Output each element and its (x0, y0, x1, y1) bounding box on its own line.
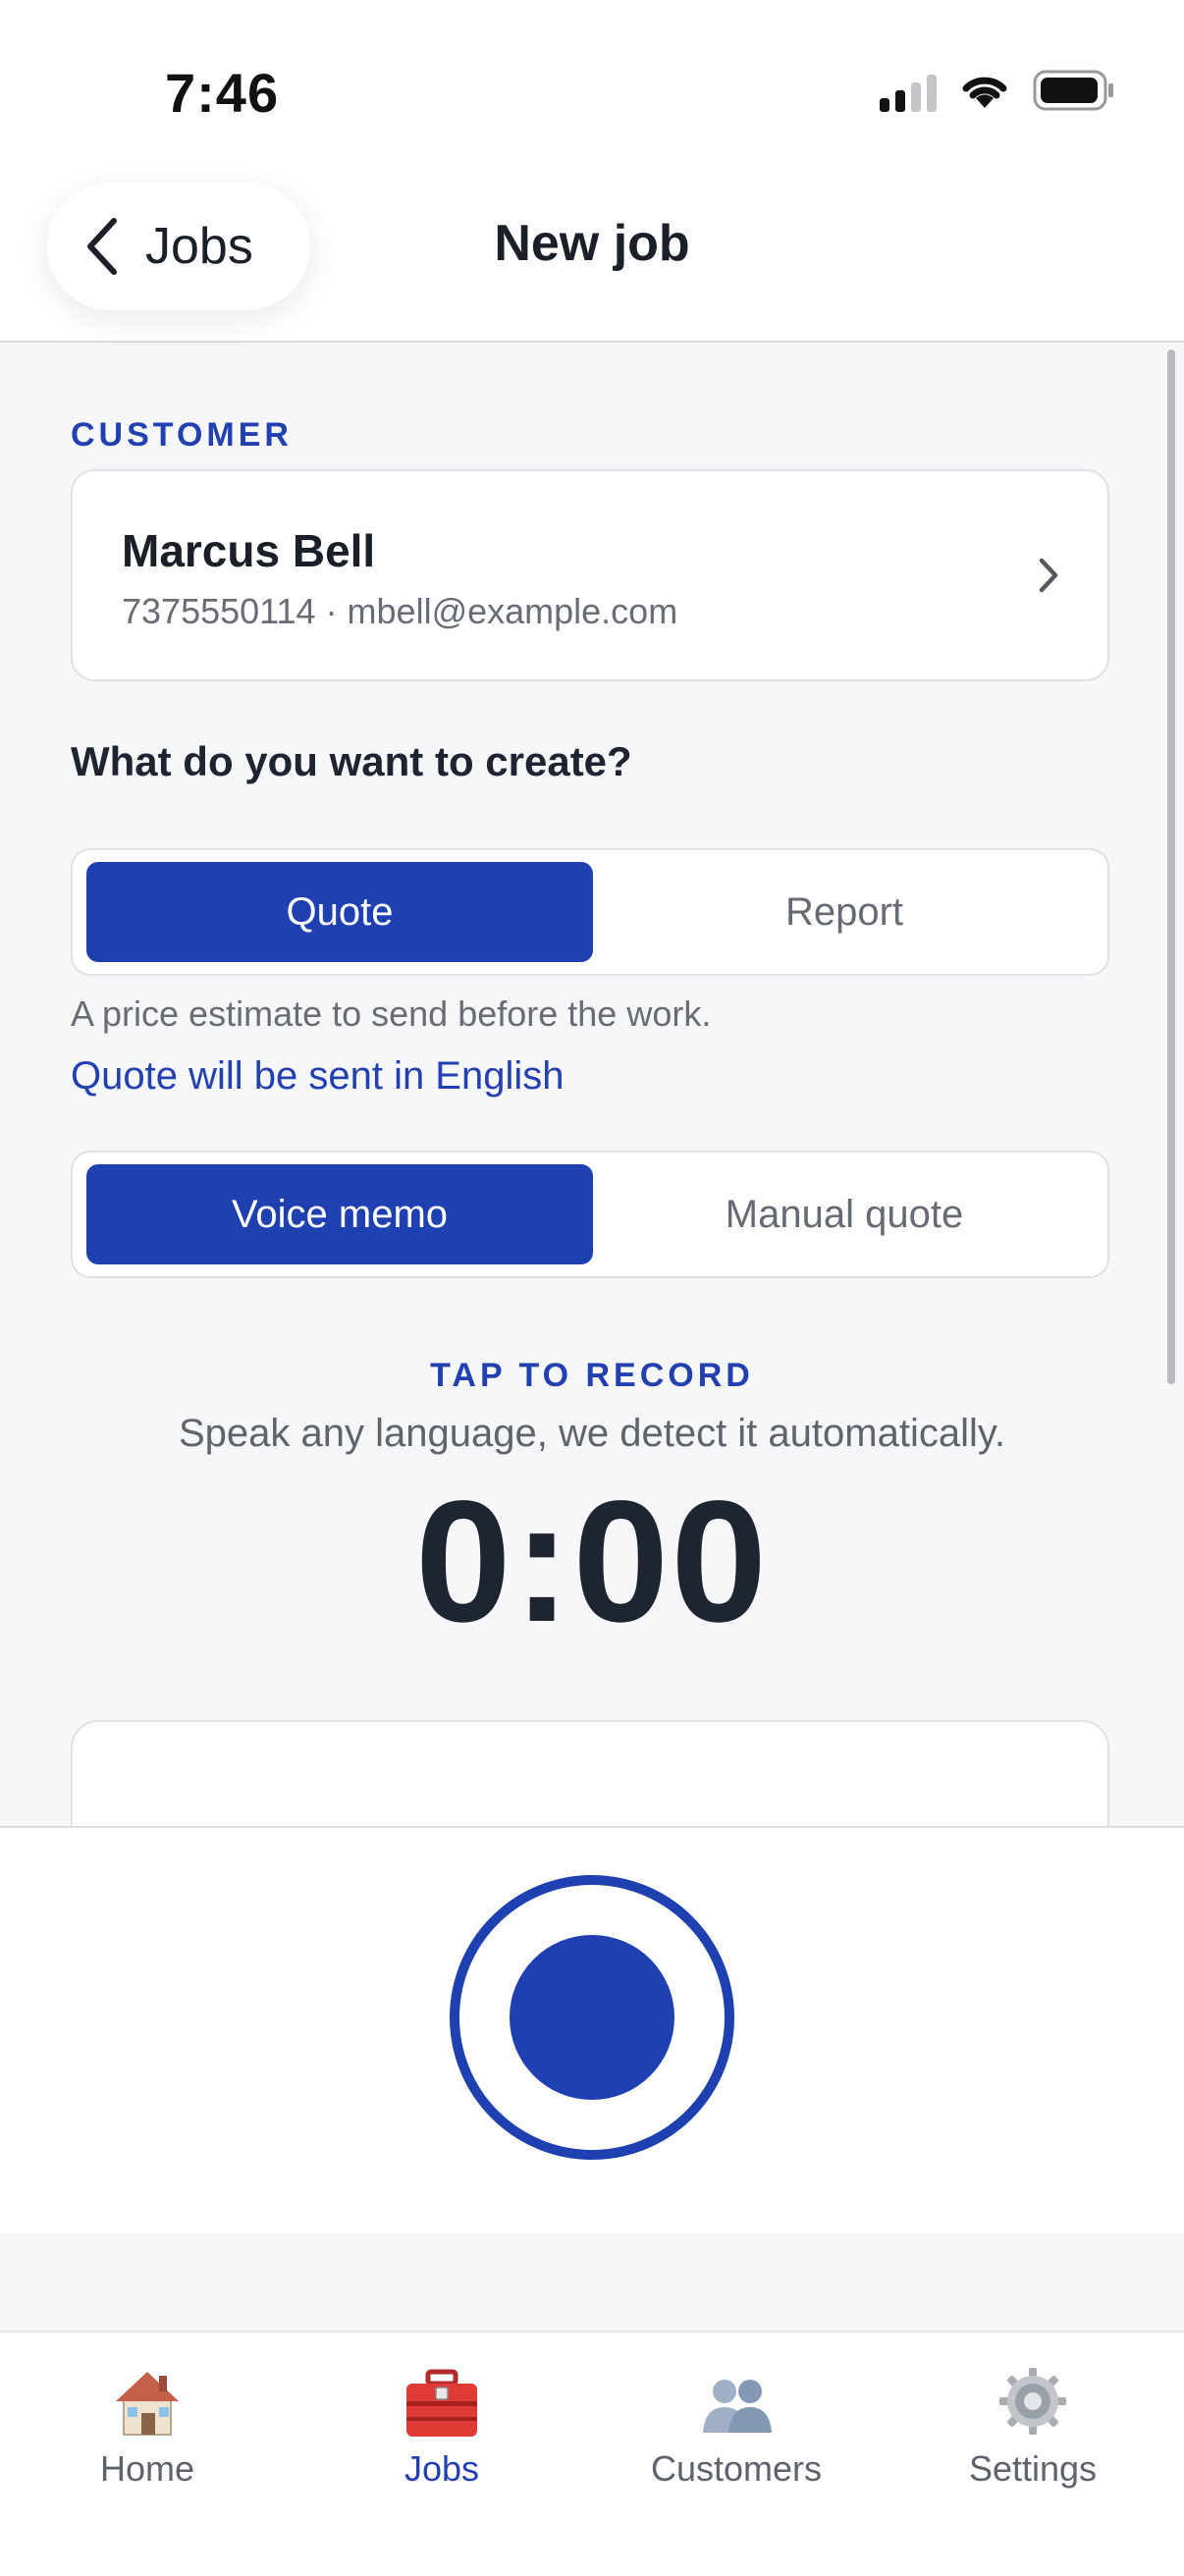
language-link[interactable]: Quote will be sent in English (71, 1054, 565, 1099)
status-icons (880, 69, 1115, 112)
tab-label-customers: Customers (650, 2448, 823, 2489)
record-dot-icon (510, 1935, 674, 2100)
create-type-selector: Quote Report (71, 848, 1109, 976)
toolbox-icon (406, 2369, 477, 2437)
create-question: What do you want to create? (71, 738, 632, 784)
tap-to-record-label: TAP TO RECORD (430, 1357, 754, 1394)
record-button[interactable] (450, 1875, 734, 2160)
customer-card[interactable]: Marcus Bell 7375550114 · mbell@example.c… (71, 469, 1109, 681)
manual-quote-option[interactable]: Manual quote (591, 1164, 1098, 1264)
cellular-signal-icon (880, 69, 937, 112)
tab-settings[interactable]: Settings (915, 2362, 1151, 2490)
tab-customers[interactable]: Customers (619, 2362, 854, 2490)
transcript-card (71, 1720, 1109, 1838)
wifi-icon (962, 77, 1007, 108)
tab-label-home: Home (99, 2448, 195, 2489)
quote-option[interactable]: Quote (86, 862, 593, 962)
people-icon (703, 2380, 772, 2433)
record-timer: 0:00 (414, 1466, 770, 1658)
tab-home[interactable]: Home (29, 2362, 265, 2490)
gear-icon (999, 2368, 1066, 2435)
tab-jobs[interactable]: Jobs (324, 2362, 560, 2490)
battery-icon (1033, 70, 1113, 111)
house-icon (116, 2372, 179, 2436)
status-time: 7:46 (165, 62, 280, 124)
tab-label-settings: Settings (968, 2448, 1098, 2489)
report-option[interactable]: Report (591, 862, 1098, 962)
record-subtitle: Speak any language, we detect it automat… (179, 1412, 1005, 1455)
tab-label-jobs: Jobs (404, 2448, 480, 2489)
voice-memo-option[interactable]: Voice memo (86, 1164, 593, 1264)
create-hint: A price estimate to send before the work… (71, 993, 712, 1034)
chevron-right-icon (1039, 558, 1058, 593)
scroll-indicator (1167, 349, 1175, 1384)
customer-section-label: CUSTOMER (71, 416, 293, 454)
input-mode-selector: Voice memo Manual quote (71, 1151, 1109, 1278)
tab-bar: Home Jobs Customers Settings (0, 2331, 1184, 2576)
customer-contact: 7375550114 · mbell@example.com (122, 591, 678, 631)
top-bar: 7:46 Jobs New job (0, 0, 1184, 343)
page-title: New job (494, 215, 690, 272)
customer-name: Marcus Bell (122, 525, 376, 576)
